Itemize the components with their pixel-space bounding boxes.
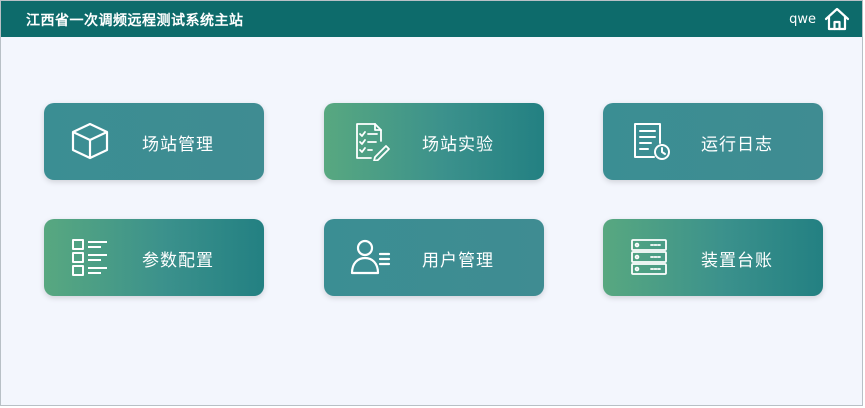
checklist-edit-icon xyxy=(348,121,392,162)
cube-icon xyxy=(68,121,112,161)
tile-label: 场站管理 xyxy=(142,135,214,155)
tile-label: 场站实验 xyxy=(422,135,494,155)
tile-user-management[interactable]: 用户管理 xyxy=(324,219,544,296)
user-icon xyxy=(348,237,392,277)
tile-operation-log[interactable]: 运行日志 xyxy=(603,103,823,180)
header-bar: 江西省一次调频远程测试系统主站 qwe xyxy=(1,1,862,37)
document-clock-icon xyxy=(627,121,671,161)
tile-station-management[interactable]: 场站管理 xyxy=(44,103,264,180)
home-icon[interactable] xyxy=(824,7,850,31)
tile-label: 参数配置 xyxy=(142,251,214,271)
app-window: 江西省一次调频远程测试系统主站 qwe 场站管理 场站实验 运行日志 参数配置 … xyxy=(0,0,863,406)
tile-label: 用户管理 xyxy=(422,251,494,271)
list-icon xyxy=(68,237,112,277)
tile-station-experiment[interactable]: 场站实验 xyxy=(324,103,544,180)
app-title: 江西省一次调频远程测试系统主站 xyxy=(26,13,244,29)
tile-device-ledger[interactable]: 装置台账 xyxy=(603,219,823,296)
tile-label: 装置台账 xyxy=(701,251,773,271)
tile-parameter-config[interactable]: 参数配置 xyxy=(44,219,264,296)
username-label[interactable]: qwe xyxy=(789,12,816,27)
server-icon xyxy=(627,237,671,277)
tile-label: 运行日志 xyxy=(701,135,773,155)
